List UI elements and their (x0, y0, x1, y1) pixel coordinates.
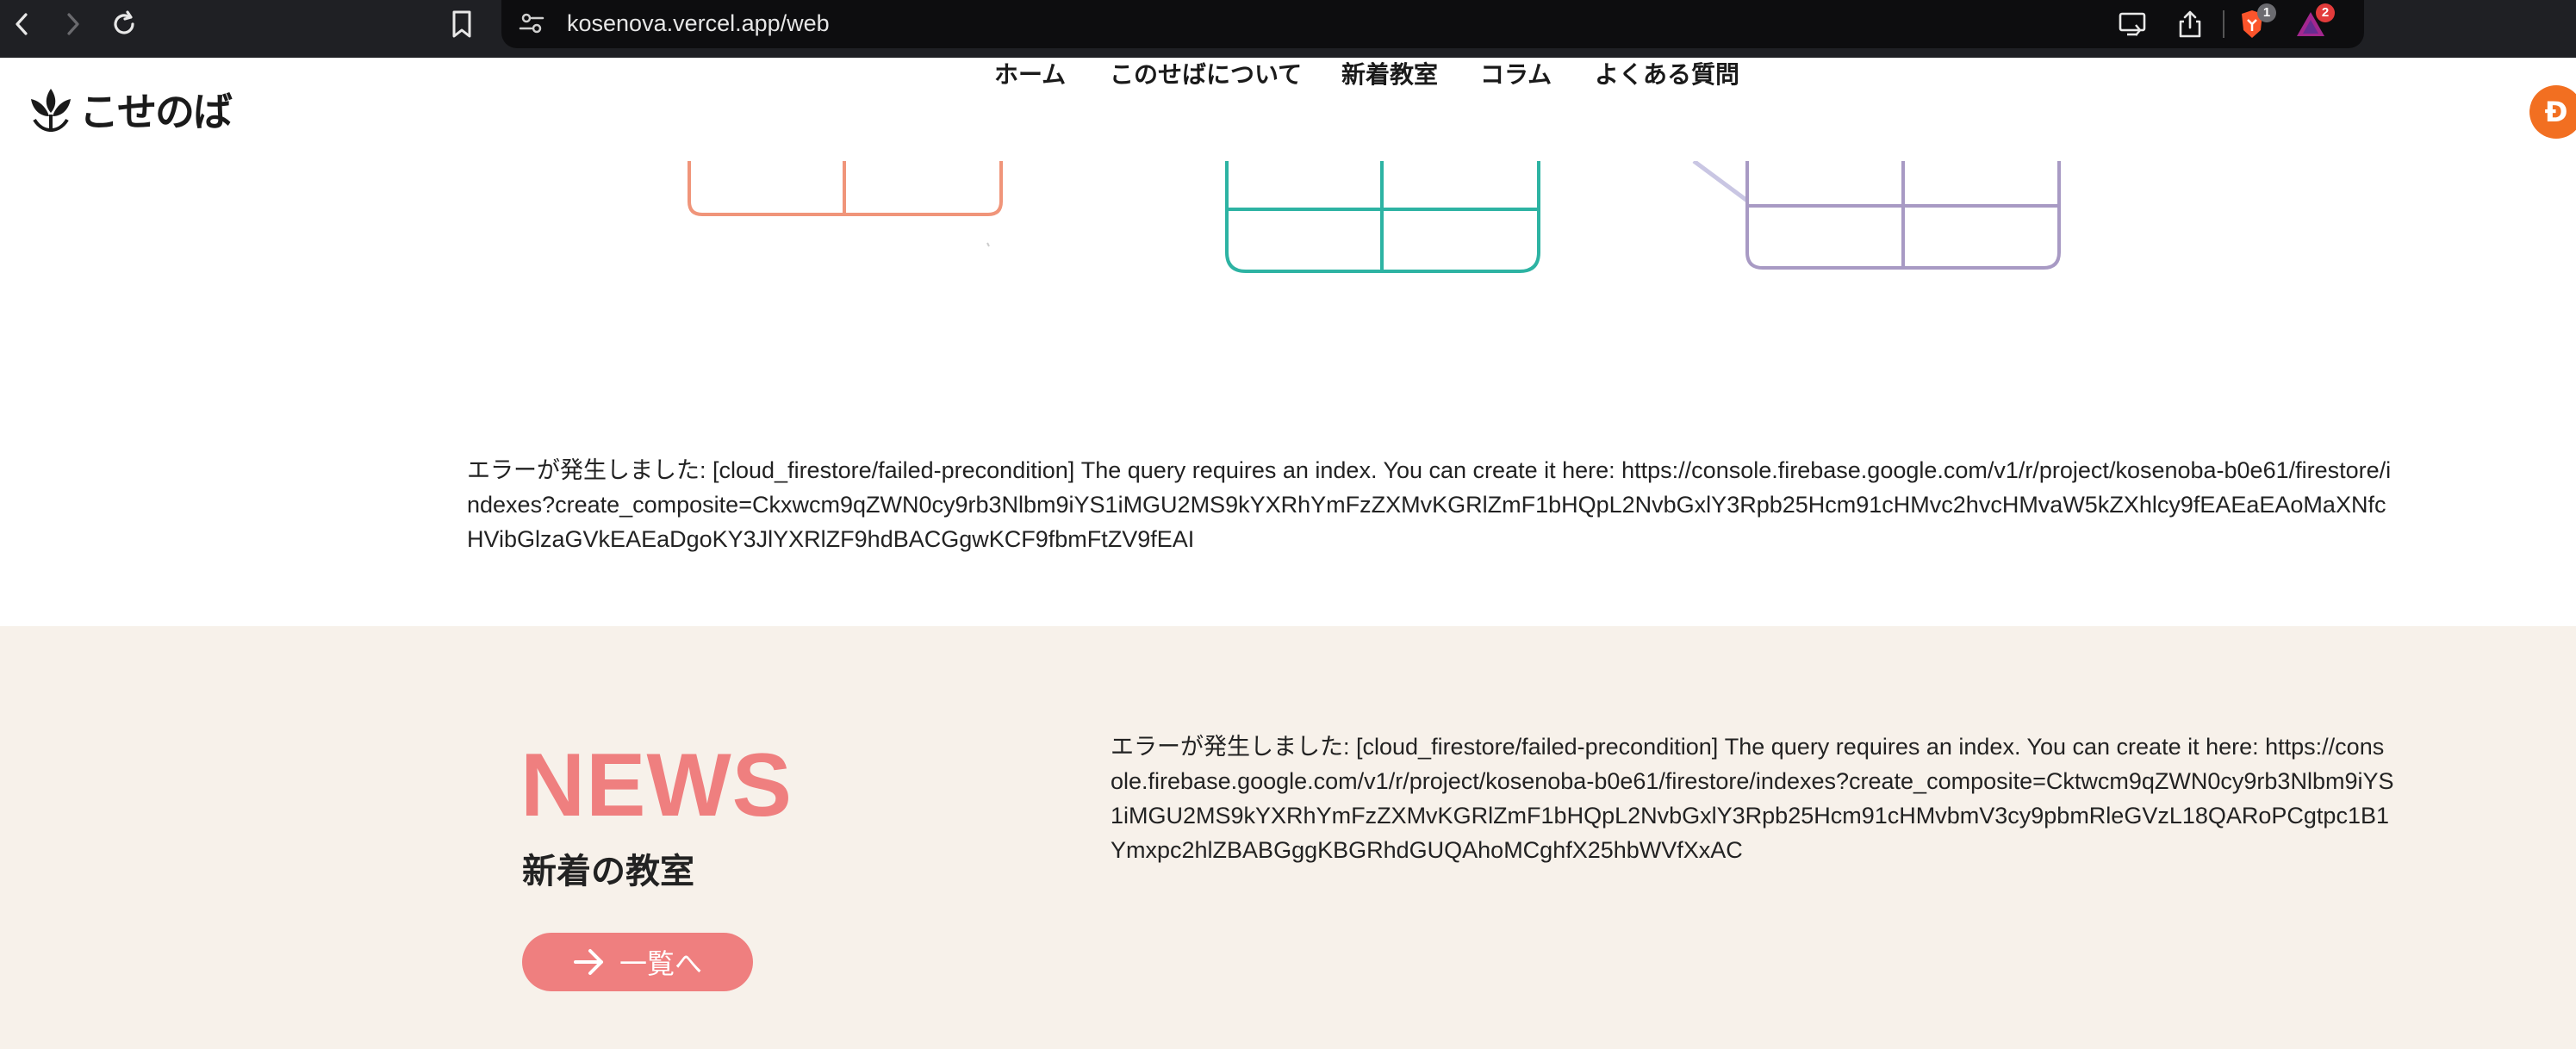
nav-column[interactable]: コラム (1480, 58, 1552, 92)
arrow-right-icon (573, 949, 603, 975)
nav-about[interactable]: このせばについて (1110, 58, 1302, 92)
error-message-shops: エラーが発生しました: [cloud_firestore/failed-prec… (467, 457, 2392, 552)
view-all-button[interactable]: 一覧へ (522, 933, 753, 991)
site-logo[interactable]: こせのば (26, 82, 233, 137)
nav-new-classes[interactable]: 新着教室 (1341, 58, 1438, 92)
bookmark-icon[interactable] (443, 5, 481, 43)
url-text[interactable]: kosenova.vercel.app/web (567, 5, 830, 41)
site-header: こせのば ホーム このせばについて 新着教室 コラム よくある質問 Ð (0, 58, 2576, 161)
back-icon[interactable] (3, 5, 41, 43)
error-message-news: エラーが発生しました: [cloud_firestore/failed-prec… (1111, 734, 2394, 863)
reload-icon[interactable] (105, 5, 143, 43)
brave-rewards-badge: 2 (2316, 3, 2335, 22)
brave-shield-icon[interactable]: 1 (2233, 3, 2276, 43)
cast-icon[interactable] (2114, 5, 2152, 43)
address-bar[interactable]: kosenova.vercel.app/web (501, 0, 2364, 48)
view-all-label: 一覧へ (619, 947, 702, 980)
site-settings-icon[interactable] (517, 9, 546, 41)
logo-text: こせのば (79, 89, 233, 135)
news-section: NEWS 新着の教室 一覧へ エラーが発生しました: [cloud_firest… (0, 626, 2576, 1049)
news-subtitle: 新着の教室 (522, 852, 694, 891)
salmon-table-illustration (688, 161, 1003, 247)
browser-toolbar: kosenova.vercel.app/web 1 2 (0, 0, 2576, 58)
teal-table-illustration (1225, 161, 1540, 273)
news-title: NEWS (520, 736, 793, 835)
brave-shield-badge: 1 (2257, 3, 2276, 22)
lavender-table-illustration (1692, 161, 2061, 270)
nav-faq[interactable]: よくある質問 (1595, 58, 1739, 92)
toolbar-divider (2223, 10, 2224, 38)
leaf-logo-icon (31, 89, 71, 133)
avatar[interactable]: Ð (2529, 85, 2576, 139)
brave-rewards-icon[interactable]: 2 (2292, 3, 2335, 43)
nav-home[interactable]: ホーム (994, 58, 1066, 92)
classroom-illustrations (688, 161, 2061, 273)
share-icon[interactable] (2171, 5, 2209, 43)
forward-icon[interactable] (53, 5, 91, 43)
